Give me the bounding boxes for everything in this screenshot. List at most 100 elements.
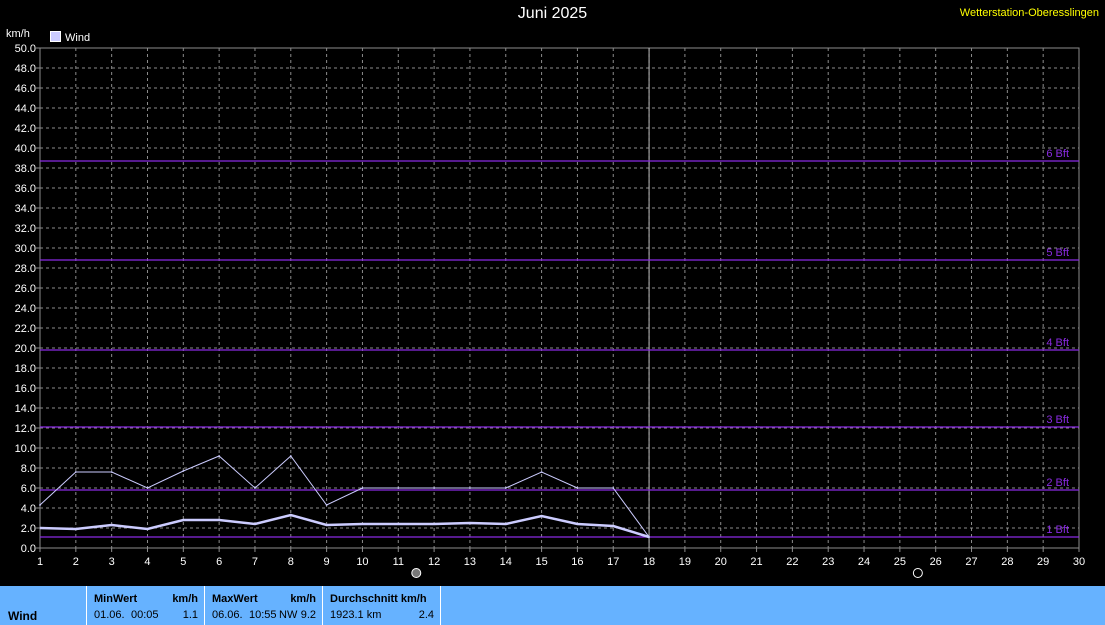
moon-phases [411, 568, 923, 578]
data-point-average [540, 515, 543, 517]
y-tick-label: 34.0 [15, 203, 36, 215]
y-tick-label: 10.0 [15, 443, 36, 455]
x-tick-label: 28 [1001, 556, 1013, 568]
data-point-average [110, 524, 113, 526]
x-tick-label: 25 [894, 556, 906, 568]
data-point-average [648, 536, 650, 538]
y-tick-label: 20.0 [15, 343, 36, 355]
avg-distance: 1923.1 km [330, 609, 382, 621]
min-cell: MinWert km/h 01.06. 00:05 1.1 [87, 586, 205, 625]
beaufort-label: 3 Bft [1046, 414, 1069, 426]
max-date: 06.06. [212, 609, 243, 621]
data-point-max [182, 470, 185, 472]
y-tick-label: 22.0 [15, 323, 36, 335]
data-point-average [325, 524, 328, 526]
data-point-max [289, 455, 292, 457]
data-point-average [74, 528, 77, 530]
y-tick-label: 32.0 [15, 223, 36, 235]
data-point-max [504, 487, 507, 489]
y-tick-label: 36.0 [15, 183, 36, 195]
data-point-average [254, 523, 256, 525]
y-axis: 0.0 2.0 4.0 6.0 8.0 10.0 12.0 14.0 16.0 18.0 20.0 2… [15, 43, 40, 555]
data-point-max [469, 487, 471, 489]
beaufort-label: 1 Bft [1046, 524, 1069, 536]
min-unit: km/h [172, 593, 198, 605]
x-tick-label: 23 [822, 556, 834, 568]
plot-area [39, 47, 1080, 549]
x-tick-label: 6 [216, 556, 222, 568]
x-tick-label: 24 [858, 556, 870, 568]
x-tick-label: 10 [356, 556, 368, 568]
beaufort-label: 2 Bft [1046, 477, 1069, 489]
x-tick-label: 22 [786, 556, 798, 568]
data-point-average [182, 519, 185, 521]
x-tick-label: 9 [324, 556, 330, 568]
data-point-average [289, 514, 292, 516]
y-tick-label: 40.0 [15, 143, 36, 155]
x-tick-label: 17 [607, 556, 619, 568]
max-unit: km/h [290, 593, 316, 605]
x-tick-label: 5 [180, 556, 186, 568]
avg-value: 2.4 [418, 609, 434, 621]
y-tick-label: 8.0 [21, 463, 36, 475]
data-point-max [74, 471, 77, 473]
y-tick-label: 30.0 [15, 243, 36, 255]
data-point-average [504, 523, 507, 525]
y-tick-label: 4.0 [21, 503, 36, 515]
x-tick-label: 20 [715, 556, 727, 568]
x-tick-label: 26 [930, 556, 942, 568]
beaufort-label: 4 Bft [1046, 337, 1069, 349]
max-header: MaxWert [212, 593, 258, 605]
y-tick-label: 14.0 [15, 403, 36, 415]
data-point-average [397, 523, 400, 525]
data-point-average [218, 519, 221, 521]
y-tick-label: 18.0 [15, 363, 36, 375]
data-point-average [433, 523, 436, 525]
x-tick-label: 15 [535, 556, 547, 568]
max-time: 10:55 [249, 609, 277, 621]
y-tick-label: 26.0 [15, 283, 36, 295]
y-tick-label: 44.0 [15, 103, 36, 115]
min-date: 01.06. [94, 609, 125, 621]
x-tick-label: 21 [750, 556, 762, 568]
data-point-max [361, 487, 364, 489]
y-tick-label: 50.0 [15, 43, 36, 55]
data-point-max [110, 471, 113, 473]
y-tick-label: 16.0 [15, 383, 36, 395]
data-point-average [612, 525, 615, 527]
data-point-average [361, 523, 364, 525]
y-tick-label: 38.0 [15, 163, 36, 175]
x-tick-label: 30 [1073, 556, 1085, 568]
beaufort-label: 6 Bft [1046, 148, 1069, 160]
max-cell: MaxWert km/h 06.06. 10:55 NW 9.2 [205, 586, 323, 625]
y-tick-label: 12.0 [15, 423, 36, 435]
x-tick-label: 11 [393, 556, 404, 568]
x-tick-label: 12 [428, 556, 440, 568]
stats-label: Wind [8, 609, 38, 623]
stats-label-cell: Wind [0, 586, 87, 625]
data-point-max [218, 455, 221, 457]
min-value: 1.1 [182, 609, 198, 621]
full-moon-icon [411, 568, 422, 578]
y-tick-label: 48.0 [15, 63, 36, 75]
x-axis: 1 2 3 4 5 6 7 8 9 10 11 12 13 14 15 16 17 18 19 20 21 22 23 24 2… [37, 548, 1085, 568]
new-moon-icon [912, 568, 923, 578]
x-tick-label: 14 [500, 556, 512, 568]
wind-chart: 1 Bft 2 Bft 3 Bft 4 Bft 5 Bft 6 Bft 0.0 2.0 4.0… [15, 43, 1085, 578]
data-point-max [612, 487, 615, 489]
avg-cell: Durchschnitt km/h 1923.1 km 2.4 [323, 586, 441, 625]
y-tick-label: 2.0 [21, 523, 36, 535]
data-point-max [325, 504, 328, 506]
data-point-max [146, 487, 149, 489]
y-tick-label: 28.0 [15, 263, 36, 275]
x-tick-label: 18 [643, 556, 655, 568]
data-point-max [397, 487, 400, 489]
data-point-max [39, 504, 41, 506]
beaufort-label: 5 Bft [1046, 247, 1069, 259]
y-tick-label: 0.0 [21, 543, 36, 555]
x-tick-label: 3 [109, 556, 115, 568]
x-tick-label: 16 [571, 556, 583, 568]
min-time: 00:05 [131, 609, 159, 621]
x-tick-label: 2 [73, 556, 79, 568]
x-tick-label: 29 [1037, 556, 1049, 568]
